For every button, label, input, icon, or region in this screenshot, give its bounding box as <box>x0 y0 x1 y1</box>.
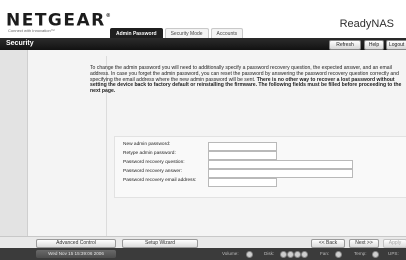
temp-status-label: Temp: <box>354 251 367 256</box>
netgear-logo: NETGEAR® <box>6 9 111 30</box>
volume-status-icon[interactable] <box>246 251 253 258</box>
recovery-email-input[interactable] <box>208 178 277 187</box>
logo-registered-mark: ® <box>105 13 111 19</box>
disk2-status-icon[interactable] <box>287 251 294 258</box>
fan-status-label: Fan: <box>320 251 330 256</box>
help-button[interactable]: Help <box>364 40 384 50</box>
left-sidebar <box>0 50 28 236</box>
recovery-answer-input[interactable] <box>208 169 353 178</box>
disk4-status-icon[interactable] <box>301 251 308 258</box>
datetime-display: Wed Nov 15 15:39:06 2006 <box>36 250 116 258</box>
back-button[interactable]: << Back <box>311 239 345 248</box>
ups-status-label: UPS: <box>388 251 399 256</box>
retype-password-label: Retype admin password: <box>123 151 176 156</box>
new-password-input[interactable] <box>208 142 277 151</box>
advanced-control-button[interactable]: Advanced Control <box>36 239 116 248</box>
recovery-answer-label: Password recovery answer: <box>123 169 182 174</box>
disk1-status-icon[interactable] <box>280 251 287 258</box>
status-bar: Wed Nov 15 15:39:06 2006 Volume: Disk: F… <box>0 248 406 260</box>
setup-wizard-button[interactable]: Setup Wizard <box>122 239 198 248</box>
temp-status-icon[interactable] <box>372 251 379 258</box>
logo-tagline: Connect with Innovation™ <box>8 28 55 33</box>
product-name: ReadyNAS <box>339 18 394 30</box>
new-password-label: New admin password: <box>123 142 171 147</box>
logout-button[interactable]: Logout <box>386 40 406 50</box>
disk3-status-icon[interactable] <box>294 251 301 258</box>
section-title-bar: Security Refresh Help Logout <box>0 38 406 50</box>
fan-status-icon[interactable] <box>335 251 342 258</box>
next-button[interactable]: Next >> <box>349 239 379 248</box>
recovery-question-label: Password recovery question: <box>123 160 185 165</box>
app-window: NETGEAR® Connect with Innovation™ ReadyN… <box>0 0 406 260</box>
refresh-button[interactable]: Refresh <box>329 40 361 50</box>
volume-status-label: Volume: <box>222 251 239 256</box>
recovery-question-input[interactable] <box>208 160 353 169</box>
retype-password-input[interactable] <box>208 151 277 160</box>
page-title: Security <box>6 40 34 47</box>
recovery-email-label: Password recovery email address: <box>123 178 197 183</box>
intro-text: To change the admin password you will ne… <box>90 65 406 95</box>
apply-button[interactable]: Apply <box>383 239 406 248</box>
disk-status-label: Disk: <box>264 251 275 256</box>
